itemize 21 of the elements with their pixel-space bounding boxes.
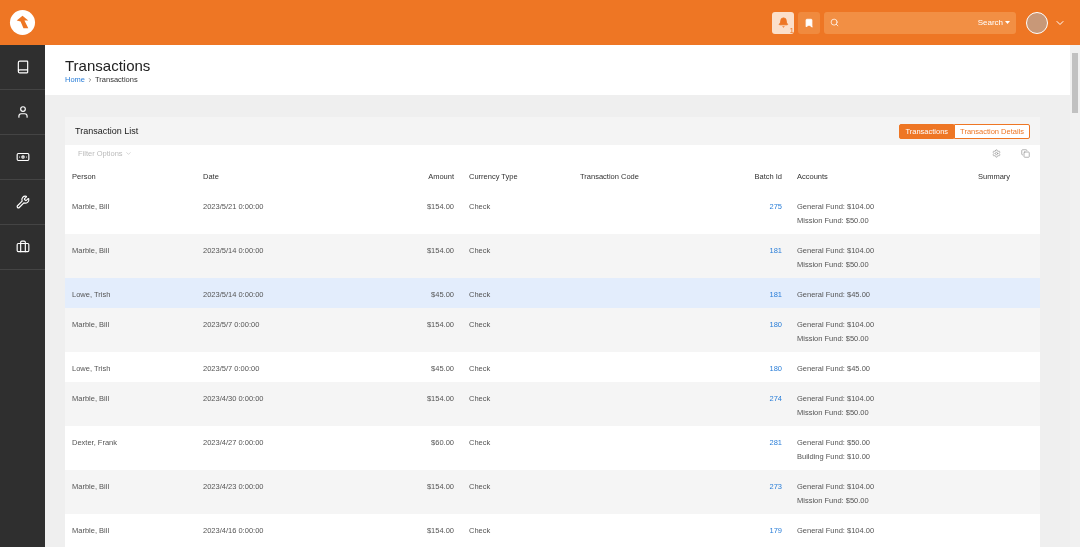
chevron-down-icon xyxy=(124,150,132,157)
notification-count: 1 xyxy=(789,26,794,35)
settings-icon[interactable] xyxy=(992,149,1001,158)
avatar[interactable] xyxy=(1026,11,1048,34)
chevron-right-icon xyxy=(87,76,93,83)
copy-icon[interactable] xyxy=(1021,149,1030,158)
banknote-icon xyxy=(15,150,30,164)
book-icon xyxy=(15,60,30,74)
wrench-icon xyxy=(15,195,30,209)
page-title: Transactions xyxy=(65,57,152,74)
caret-icon xyxy=(1005,21,1010,24)
search-icon xyxy=(830,18,839,27)
bookmark-icon xyxy=(804,17,814,28)
briefcase-icon xyxy=(15,240,30,254)
card-title: Transaction List xyxy=(75,126,139,136)
scrollbar-thumb[interactable] xyxy=(1072,53,1078,113)
bookmark-button[interactable] xyxy=(798,11,820,34)
bell-icon xyxy=(777,17,789,28)
person-icon xyxy=(15,105,30,119)
scrollbar[interactable] xyxy=(1070,45,1080,547)
logo-icon[interactable] xyxy=(9,9,36,36)
